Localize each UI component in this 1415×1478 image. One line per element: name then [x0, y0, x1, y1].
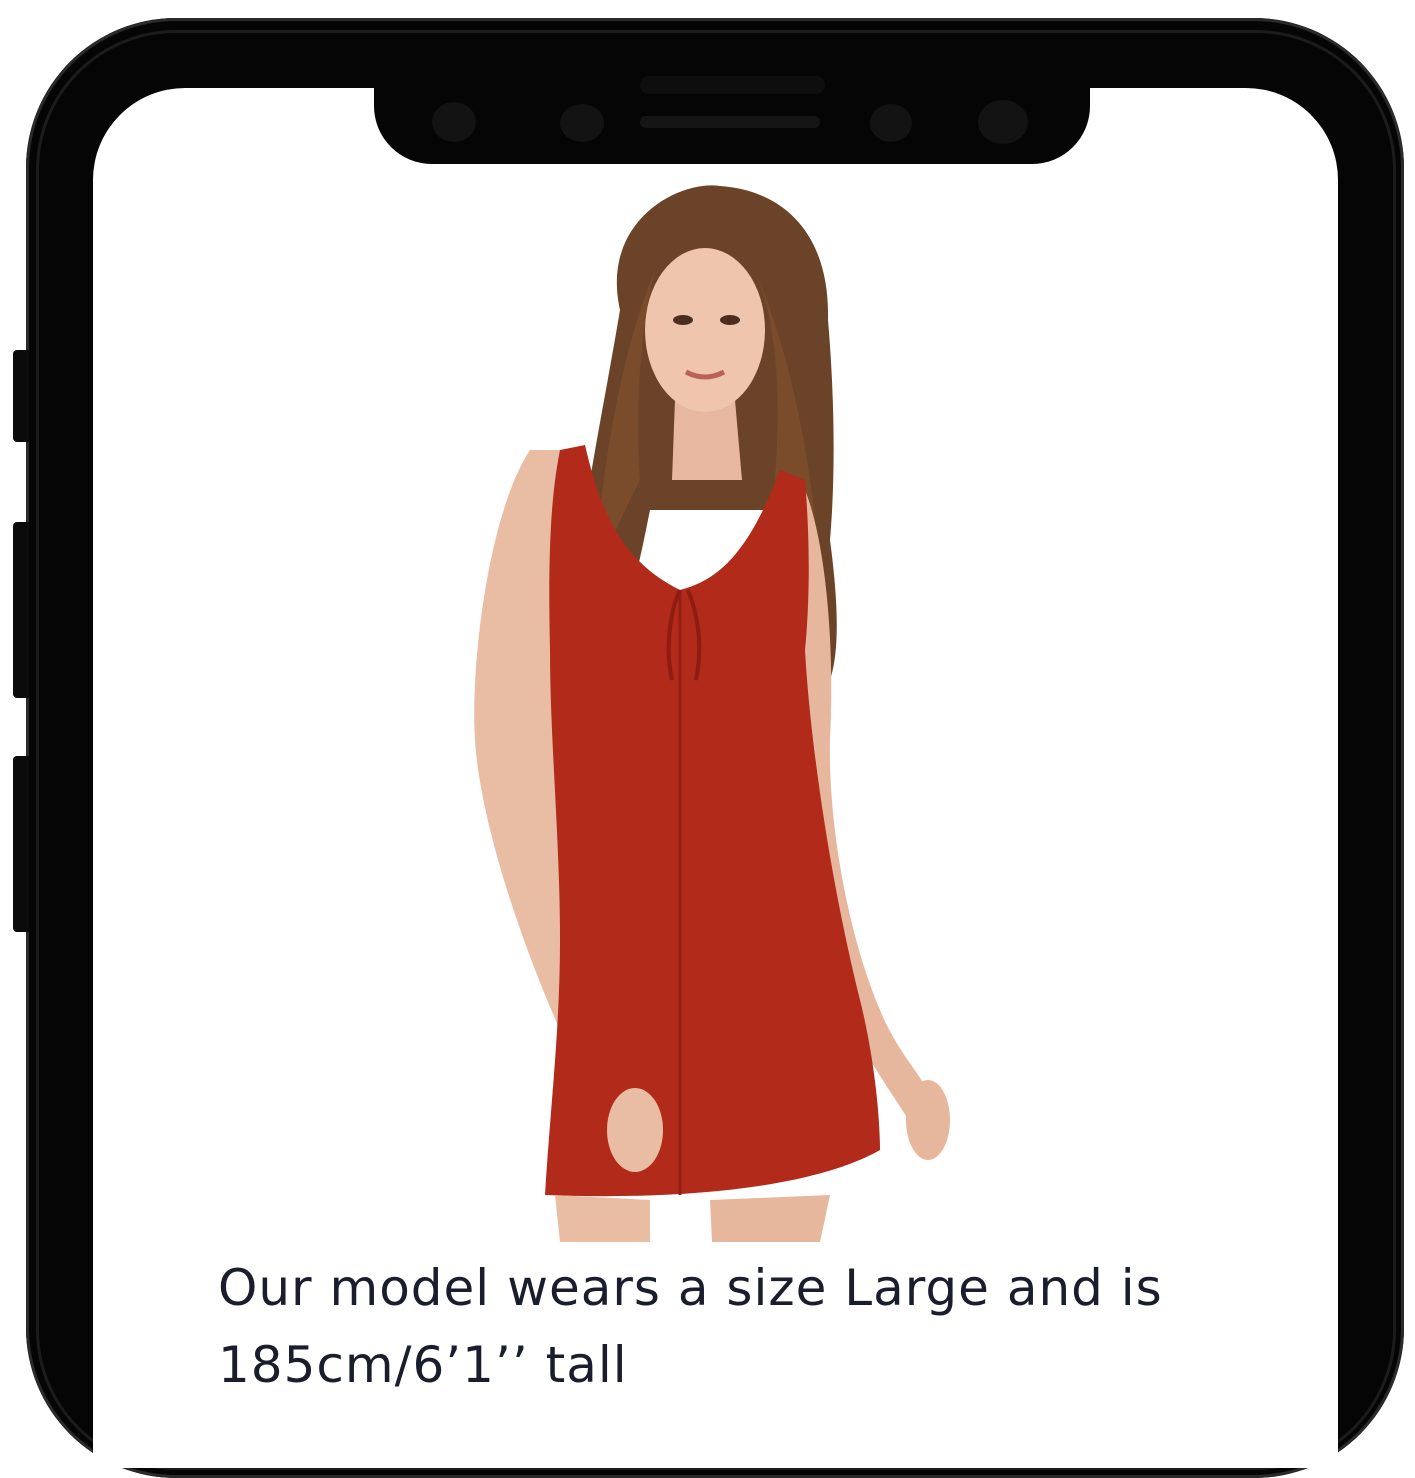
sensor-bar — [640, 116, 820, 128]
camera-icon — [978, 100, 1028, 144]
volume-up-button — [13, 522, 29, 698]
mute-switch — [13, 350, 29, 442]
proximity-sensor-icon — [560, 104, 604, 142]
sensor-icon — [432, 102, 476, 142]
model-face — [645, 248, 765, 412]
flood-illuminator-icon — [870, 104, 912, 142]
model-size-note: Our model wears a size Large and is 185c… — [218, 1259, 1163, 1394]
product-image[interactable] — [450, 180, 970, 1242]
volume-down-button — [13, 756, 29, 932]
speaker-grille — [640, 76, 825, 94]
